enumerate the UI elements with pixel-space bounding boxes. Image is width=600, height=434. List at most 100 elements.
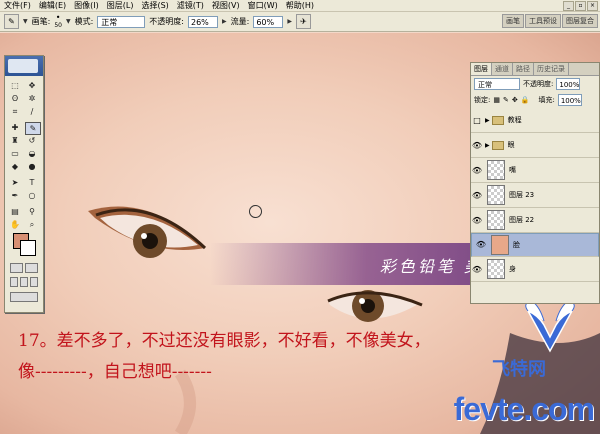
shape-tool-icon[interactable]: ○	[25, 190, 39, 201]
layer-row[interactable]: 👁 嘴	[471, 158, 599, 183]
caption-line-1: 17。差不多了，不过还没有眼影，不好看，不像美女，	[18, 331, 431, 351]
dodge-tool-icon[interactable]: ●	[25, 161, 39, 172]
standard-mode-button[interactable]	[10, 263, 23, 273]
eye-icon[interactable]: 👁	[471, 166, 483, 175]
lock-move-icon[interactable]: ✥	[512, 96, 518, 104]
layer-row[interactable]: 👁 ▶ 眼	[471, 133, 599, 158]
path-select-icon[interactable]: ➤	[8, 177, 22, 188]
eye-icon[interactable]: 👁	[471, 216, 483, 225]
layer-name: 图层 22	[509, 216, 535, 224]
menu-edit[interactable]: 编辑(E)	[35, 0, 70, 11]
notes-tool-icon[interactable]: ▤	[8, 206, 22, 217]
photoshop-feather-icon[interactable]	[8, 59, 38, 73]
folder-icon	[491, 140, 504, 150]
layer-row[interactable]: 👁 身	[471, 257, 599, 282]
visibility-off-icon[interactable]: □	[471, 116, 483, 125]
layer-row[interactable]: 👁 图层 23	[471, 183, 599, 208]
layer-opacity-label: 不透明度:	[523, 80, 554, 88]
tab-layers[interactable]: 图层	[471, 63, 492, 75]
opacity-input[interactable]: 26%	[188, 15, 218, 28]
tab-brushes[interactable]: 画笔	[502, 14, 524, 28]
eye-icon[interactable]: 👁	[471, 191, 483, 200]
menu-filter[interactable]: 滤镜(T)	[173, 0, 208, 11]
move-tool-icon[interactable]: ✥	[25, 80, 39, 91]
window-controls: _ ▫ ×	[563, 0, 600, 11]
blend-mode-value: 正常	[478, 81, 492, 89]
menu-image[interactable]: 图像(I)	[70, 0, 103, 11]
fill-input[interactable]: 100%	[557, 94, 582, 106]
layer-row[interactable]: □ ▶ 教程	[471, 108, 599, 133]
jump-to-imageready-button[interactable]	[10, 292, 38, 302]
tab-tool-presets[interactable]: 工具预设	[525, 14, 561, 28]
menu-select[interactable]: 选择(S)	[137, 0, 172, 11]
tutorial-caption: 17。差不多了，不过还没有眼影，不好看，不像美女， 像---------，自己想…	[18, 326, 538, 388]
chevron-right-icon[interactable]: ▶	[222, 18, 227, 25]
chevron-down-icon[interactable]: ▼	[66, 18, 71, 25]
layer-row[interactable]: 👁 图层 22	[471, 208, 599, 233]
layer-row-selected[interactable]: 👁 脸	[471, 233, 599, 257]
eye-icon[interactable]: 👁	[475, 239, 487, 251]
eraser-icon[interactable]: ▭	[8, 148, 22, 159]
mode-select[interactable]: 正常	[97, 15, 146, 28]
layer-opacity-input[interactable]: 100%	[556, 78, 581, 90]
quick-mask-button[interactable]	[25, 263, 38, 273]
pen-tool-icon[interactable]: ✒	[8, 190, 22, 201]
minimize-icon[interactable]: _	[563, 0, 574, 11]
tab-channels[interactable]: 通道	[492, 63, 513, 75]
brush-preset-icon[interactable]: ✎	[4, 14, 19, 29]
chevron-right-icon[interactable]: ▶	[287, 18, 292, 25]
tab-paths[interactable]: 路径	[513, 63, 534, 75]
screen-mode-full-menu[interactable]	[20, 277, 28, 287]
blend-mode-select[interactable]: 正常	[474, 78, 520, 90]
chevron-down-icon[interactable]: ▼	[23, 18, 28, 25]
layer-thumbnail	[487, 210, 505, 230]
zoom-tool-icon[interactable]: ⌕	[25, 219, 39, 230]
tab-history[interactable]: 历史记录	[534, 63, 569, 75]
eye-icon[interactable]: 👁	[471, 265, 483, 274]
mode-label: 模式:	[74, 17, 94, 26]
paint-bucket-icon[interactable]: ◒	[25, 148, 39, 159]
palette-well: 画笔 工具预设 图层复合	[502, 14, 598, 28]
marquee-tool-icon[interactable]: ⬚	[8, 80, 22, 91]
lock-all-icon[interactable]: 🔒	[521, 96, 530, 104]
airbrush-icon[interactable]: ✈	[295, 14, 311, 29]
hand-tool-icon[interactable]: ✋	[8, 219, 22, 230]
tab-layer-comps[interactable]: 图层复合	[562, 14, 598, 28]
screen-mode-standard[interactable]	[10, 277, 18, 287]
logo-wings-icon	[525, 301, 575, 353]
history-brush-icon[interactable]: ↺	[25, 135, 39, 146]
crop-tool-icon[interactable]: ⌗	[8, 106, 22, 117]
brush-tool-icon[interactable]: ✎	[25, 122, 41, 135]
folder-icon	[491, 115, 504, 125]
screen-mode-buttons	[10, 277, 38, 287]
brush-size: 50	[54, 21, 62, 29]
restore-icon[interactable]: ▫	[575, 0, 586, 11]
tools-palette: ⬚ ✥ ʘ ✲ ⌗ ∕ ✚ ✎ ♜ ↺ ▭ ◒ ◆ ● ➤ T ✒ ○ ▤ ⚲ …	[4, 55, 44, 313]
clone-stamp-icon[interactable]: ♜	[8, 135, 22, 146]
lock-transparency-icon[interactable]: ▦	[493, 96, 500, 104]
brush-size-picker[interactable]: • 50	[54, 13, 62, 30]
type-tool-icon[interactable]: T	[25, 177, 39, 188]
expand-triangle-icon[interactable]: ▶	[485, 117, 490, 124]
menu-help[interactable]: 帮助(H)	[282, 0, 318, 11]
eyedropper-icon[interactable]: ⚲	[25, 206, 39, 217]
screen-mode-full[interactable]	[30, 277, 38, 287]
eye-icon[interactable]: 👁	[471, 141, 483, 150]
menu-layer[interactable]: 图层(L)	[103, 0, 138, 11]
flow-input[interactable]: 60%	[253, 15, 284, 28]
background-color-swatch[interactable]	[20, 240, 36, 256]
menu-view[interactable]: 视图(V)	[208, 0, 244, 11]
layer-name: 图层 23	[509, 191, 535, 199]
healing-brush-icon[interactable]: ✚	[8, 122, 22, 133]
lasso-tool-icon[interactable]: ʘ	[8, 93, 22, 104]
brush-label: 画笔:	[31, 17, 51, 26]
lock-paint-icon[interactable]: ✎	[503, 96, 509, 104]
expand-triangle-icon[interactable]: ▶	[485, 142, 490, 149]
layers-panel-tabs: 图层 通道 路径 历史记录	[471, 63, 599, 76]
close-icon[interactable]: ×	[587, 0, 598, 11]
menu-window[interactable]: 窗口(W)	[244, 0, 282, 11]
magic-wand-icon[interactable]: ✲	[25, 93, 39, 104]
blur-tool-icon[interactable]: ◆	[8, 161, 22, 172]
menu-file[interactable]: 文件(F)	[0, 0, 35, 11]
slice-tool-icon[interactable]: ∕	[25, 106, 39, 117]
